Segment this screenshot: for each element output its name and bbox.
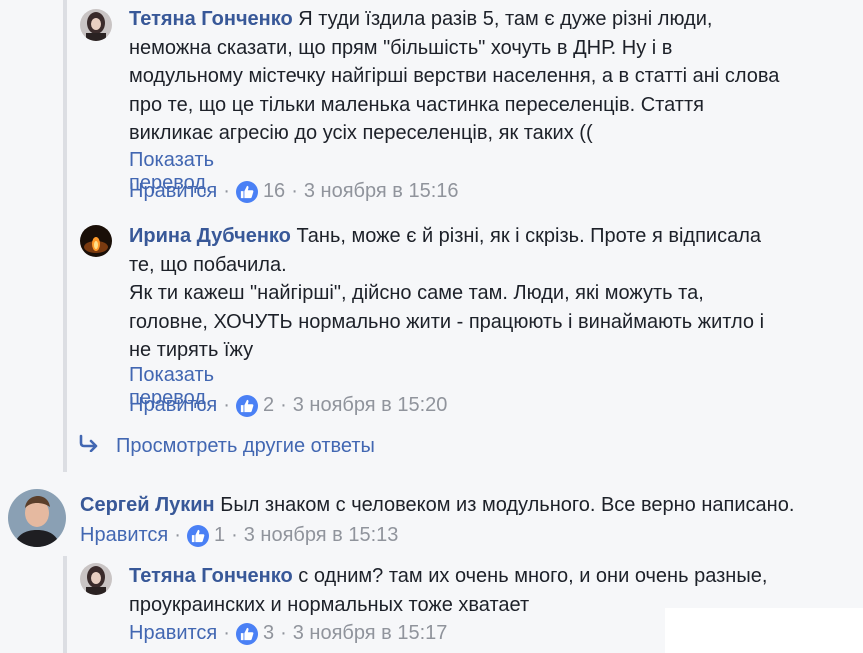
author-name[interactable]: Ирина Дубченко (129, 225, 291, 247)
reply-arrow-icon (78, 434, 102, 458)
comment-text: Тань, може є й різні, як і скрізь. Проте… (296, 225, 762, 247)
thumbs-up-icon[interactable] (235, 394, 258, 417)
view-more-replies-label: Просмотреть другие ответы (116, 434, 375, 457)
comment-text: головне, ХОЧУТЬ нормально жити - працюют… (129, 310, 765, 333)
background-patch (665, 608, 863, 653)
thumbs-up-icon[interactable] (235, 622, 258, 645)
thumbs-up-icon[interactable] (186, 524, 209, 547)
separator: · (231, 524, 238, 546)
avatar[interactable] (80, 9, 112, 41)
comment-body: Тетяна Гонченко Я туди їздила разів 5, т… (129, 5, 849, 148)
comment-actions: Нравится · 2 · 3 ноября в 15:20 (129, 394, 447, 417)
comment-text: проукраинских и нормальных тоже хватает (129, 593, 530, 616)
comment-actions: Нравится · 16 · 3 ноября в 15:16 (129, 180, 459, 203)
comment-text: Я туди їздила разів 5, там є дуже різні … (298, 8, 713, 30)
author-name[interactable]: Сергей Лукин (80, 494, 215, 516)
comment-text: про те, що це тільки маленька частинка п… (129, 93, 704, 116)
thread-line (63, 556, 67, 653)
avatar[interactable] (80, 563, 112, 595)
comment-body: Сергей Лукин Был знаком с человеком из м… (80, 491, 850, 520)
separator: · (223, 394, 230, 416)
separator: · (280, 622, 287, 644)
timestamp[interactable]: 3 ноября в 15:16 (304, 180, 459, 203)
like-count: 3 (262, 622, 275, 644)
separator: · (223, 180, 230, 202)
like-button[interactable]: Нравится (129, 622, 217, 645)
like-count: 16 (262, 180, 286, 202)
comment-text: Был знаком с человеком из модульного. Вс… (220, 494, 795, 516)
comment-actions: Нравится · 3 · 3 ноября в 15:17 (129, 622, 447, 645)
like-button[interactable]: Нравится (129, 180, 217, 203)
comment-text: модульному містечку найгірші верстви нас… (129, 65, 780, 87)
like-button[interactable]: Нравится (129, 394, 217, 417)
thumbs-up-icon[interactable] (235, 180, 258, 203)
timestamp[interactable]: 3 ноября в 15:17 (293, 622, 448, 645)
like-count: 1 (213, 524, 226, 546)
comment-text: не тирять їжу (129, 339, 254, 361)
comment-text: викликає агресію до усіх переселенців, я… (129, 122, 593, 144)
separator: · (174, 524, 181, 546)
author-name[interactable]: Тетяна Гонченко (129, 8, 293, 30)
timestamp[interactable]: 3 ноября в 15:13 (244, 524, 399, 547)
comment-body: Ирина Дубченко Тань, може є й різні, як … (129, 222, 849, 365)
separator: · (223, 622, 230, 644)
comment-text: Як ти кажеш "найгірші", дійсно саме там.… (129, 282, 704, 304)
separator: · (280, 394, 287, 416)
avatar[interactable] (8, 489, 66, 547)
comment-text: неможна сказати, що прям "більшість" хоч… (129, 36, 673, 59)
author-name[interactable]: Тетяна Гонченко (129, 565, 293, 587)
like-count: 2 (262, 394, 275, 416)
comment-text: с одним? там их очень много, и они очень… (298, 565, 768, 587)
separator: · (291, 180, 298, 202)
comment-actions: Нравится · 1 · 3 ноября в 15:13 (80, 524, 398, 547)
avatar[interactable] (80, 225, 112, 257)
view-more-replies-link[interactable]: Просмотреть другие ответы (78, 434, 375, 458)
timestamp[interactable]: 3 ноября в 15:20 (293, 394, 448, 417)
like-button[interactable]: Нравится (80, 524, 168, 547)
thread-line (63, 0, 67, 472)
comment-text: те, що побачила. (129, 253, 287, 276)
